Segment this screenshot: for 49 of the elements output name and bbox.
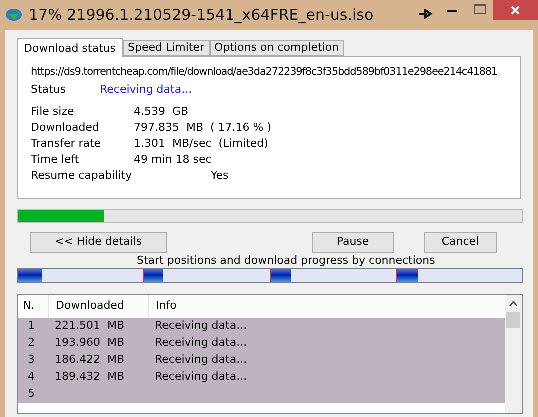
detail-label: Time left xyxy=(31,152,80,168)
hide-details-button[interactable]: << Hide details xyxy=(30,232,167,253)
connections-caption: Start positions and download progress by connections xyxy=(137,254,436,268)
detail-label: Downloaded xyxy=(31,120,100,136)
table-cell-text: 2 xyxy=(27,335,36,352)
scrollbar[interactable] xyxy=(505,295,522,413)
detail-label: Transfer rate xyxy=(31,136,102,152)
table-row[interactable]: 2 193.960 MB Receiving data... xyxy=(18,335,505,352)
table-cell-text: 189.432 MB xyxy=(54,369,126,386)
scroll-thumb[interactable] xyxy=(506,312,520,328)
detail-value: 4.539 GB xyxy=(134,104,189,120)
table-cell-text: 221.501 MB xyxy=(54,318,126,334)
table-cell-text: 193.960 MB xyxy=(54,335,126,352)
url-text: https://ds9.torrentcheap.com/file/download/ae3da272239f8c3f35bdd589bf0311e298ee214c41881 xyxy=(31,65,498,80)
table-cell-text: 4 xyxy=(27,369,36,386)
table-row[interactable]: 3 186.422 MB Receiving data... xyxy=(18,352,505,369)
detail-label: File size xyxy=(31,104,76,120)
app-icon xyxy=(5,7,23,23)
table-cell-text: 5 xyxy=(27,386,36,402)
scroll-up-icon[interactable] xyxy=(509,301,518,307)
detail-value: 49 min 18 sec xyxy=(134,152,212,168)
table-cell-text: Receiving data... xyxy=(154,369,248,386)
table-cell-text: Receiving data... xyxy=(154,352,248,368)
detail-value: 797.835 MB ( 17.16 % ) xyxy=(134,120,272,136)
minimize-icon[interactable] xyxy=(447,10,457,13)
table-cell-text: Receiving data... xyxy=(154,318,248,334)
tab[interactable]: Download status xyxy=(17,38,123,57)
table-cell-text: 1 xyxy=(27,318,36,334)
close-icon xyxy=(511,6,520,14)
detail-value: 1.301 MB/sec (Limited) xyxy=(134,136,268,152)
status-value: Receiving data... xyxy=(100,82,192,98)
tab[interactable]: Options on completion xyxy=(210,40,344,56)
window-title: 17% 21996.1.210529-1541_x64FRE_en-us.iso xyxy=(29,4,374,26)
cancel-button[interactable]: Cancel xyxy=(424,232,497,253)
close-button[interactable] xyxy=(493,0,538,20)
pause-button[interactable]: Pause xyxy=(312,232,394,253)
tab[interactable]: Speed Limiter xyxy=(122,40,210,56)
maximize-icon[interactable] xyxy=(474,4,486,14)
column-header[interactable]: N. xyxy=(18,295,48,318)
table-row[interactable]: 1 221.501 MB Receiving data... xyxy=(18,318,505,335)
table-row[interactable]: 5 xyxy=(18,386,505,403)
arrow-icon[interactable] xyxy=(419,9,433,19)
resume-label: Resume capability xyxy=(31,168,134,184)
table-cell-text: 186.422 MB xyxy=(54,352,126,368)
status-label: Status xyxy=(31,82,68,98)
resume-value: Yes xyxy=(211,168,229,184)
table-cell-text: Receiving data... xyxy=(154,335,248,352)
table-row[interactable]: 4 189.432 MB Receiving data... xyxy=(18,369,505,386)
table-cell-text: 3 xyxy=(27,352,36,368)
